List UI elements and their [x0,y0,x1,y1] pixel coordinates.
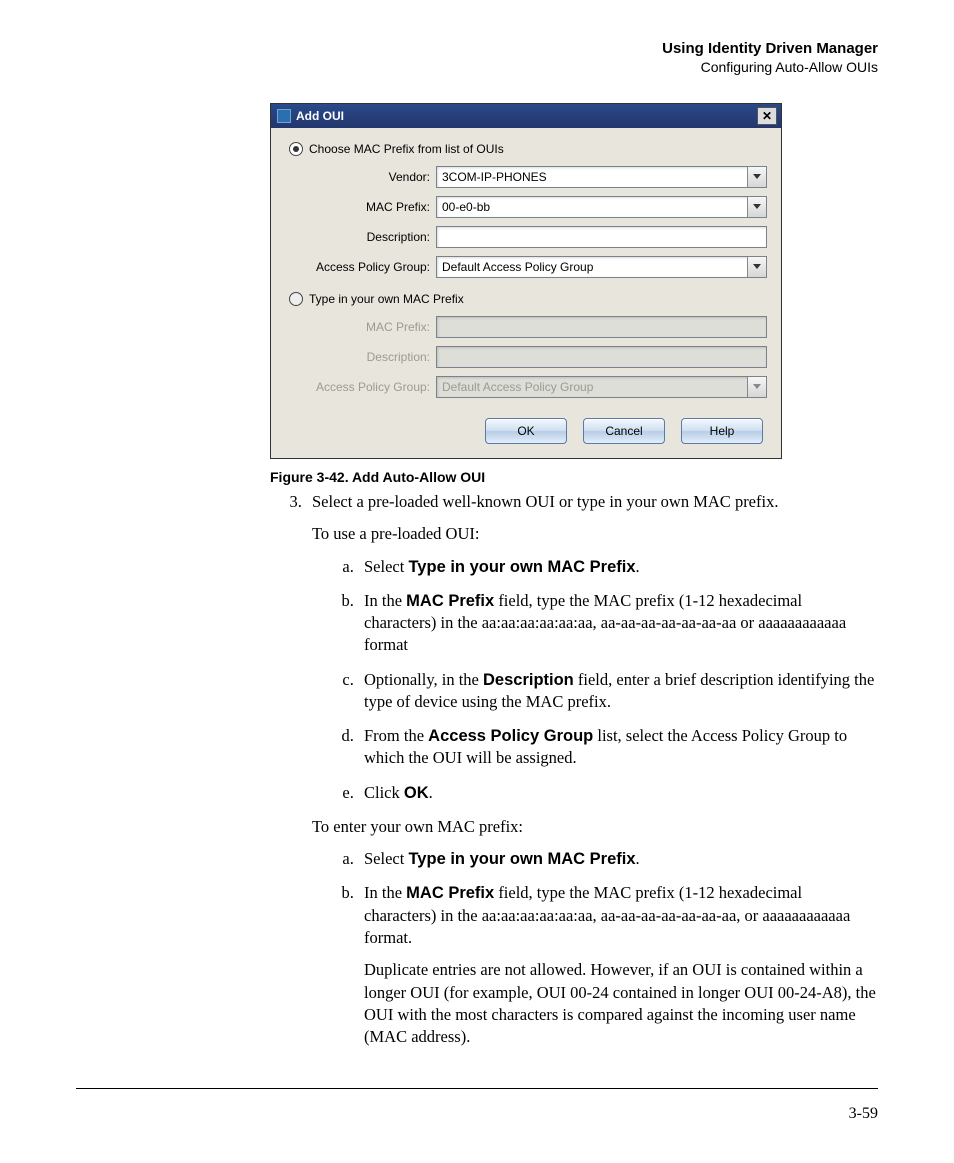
step-3b: In the MAC Prefix field, type the MAC pr… [358,590,878,657]
label-apg-2: Access Policy Group: [285,380,436,394]
header-subtitle: Configuring Auto-Allow OUIs [76,59,878,75]
description-input[interactable] [436,226,767,248]
apg-value-2: Default Access Policy Group [442,380,593,394]
figure-caption: Figure 3-42. Add Auto-Allow OUI [270,469,878,485]
label-description: Description: [285,230,436,244]
label-vendor: Vendor: [285,170,436,184]
chevron-down-icon [747,167,766,187]
chevron-down-icon [747,197,766,217]
add-oui-dialog: Add OUI ✕ Choose MAC Prefix from list of… [270,103,782,459]
enter-own-text: To enter your own MAC prefix: [312,816,878,838]
mac-prefix-combo[interactable]: 00-e0-bb [436,196,767,218]
step-3d: From the Access Policy Group list, selec… [358,725,878,770]
page-number: 3-59 [76,1105,878,1123]
radio-selected-icon [289,142,303,156]
apg-value: Default Access Policy Group [442,260,593,274]
step-3e: Click OK. [358,782,878,804]
use-preloaded-text: To use a pre-loaded OUI: [312,523,878,545]
radio-choose-from-list[interactable]: Choose MAC Prefix from list of OUIs [289,142,767,156]
step-3-text: Select a pre-loaded well-known OUI or ty… [312,492,778,511]
mac-prefix-input-2 [436,316,767,338]
step-3: Select a pre-loaded well-known OUI or ty… [306,491,878,1048]
cancel-button[interactable]: Cancel [583,418,665,444]
dialog-titlebar: Add OUI ✕ [271,104,781,128]
chevron-down-icon [747,377,766,397]
chevron-down-icon [747,257,766,277]
label-mac-prefix: MAC Prefix: [285,200,436,214]
dialog-icon [277,109,291,123]
label-description-2: Description: [285,350,436,364]
footer-rule [76,1088,878,1089]
radio-unselected-icon [289,292,303,306]
radio-choose-label: Choose MAC Prefix from list of OUIs [309,142,504,156]
radio-type-own[interactable]: Type in your own MAC Prefix [289,292,767,306]
close-icon[interactable]: ✕ [757,107,777,125]
header-title: Using Identity Driven Manager [76,40,878,57]
dialog-title-text: Add OUI [296,109,344,123]
duplicate-note: Duplicate entries are not allowed. Howev… [364,959,878,1048]
vendor-value: 3COM-IP-PHONES [442,170,547,184]
step-3b2: In the MAC Prefix field, type the MAC pr… [358,882,878,1048]
step-3c: Optionally, in the Description field, en… [358,669,878,714]
help-button[interactable]: Help [681,418,763,444]
description-input-2 [436,346,767,368]
step-3a: Select Type in your own MAC Prefix. [358,556,878,578]
vendor-combo[interactable]: 3COM-IP-PHONES [436,166,767,188]
mac-prefix-value: 00-e0-bb [442,200,490,214]
step-3a2: Select Type in your own MAC Prefix. [358,848,878,870]
apg-combo[interactable]: Default Access Policy Group [436,256,767,278]
ok-button[interactable]: OK [485,418,567,444]
apg-combo-2: Default Access Policy Group [436,376,767,398]
radio-type-own-label: Type in your own MAC Prefix [309,292,464,306]
label-mac-prefix-2: MAC Prefix: [285,320,436,334]
label-apg: Access Policy Group: [285,260,436,274]
